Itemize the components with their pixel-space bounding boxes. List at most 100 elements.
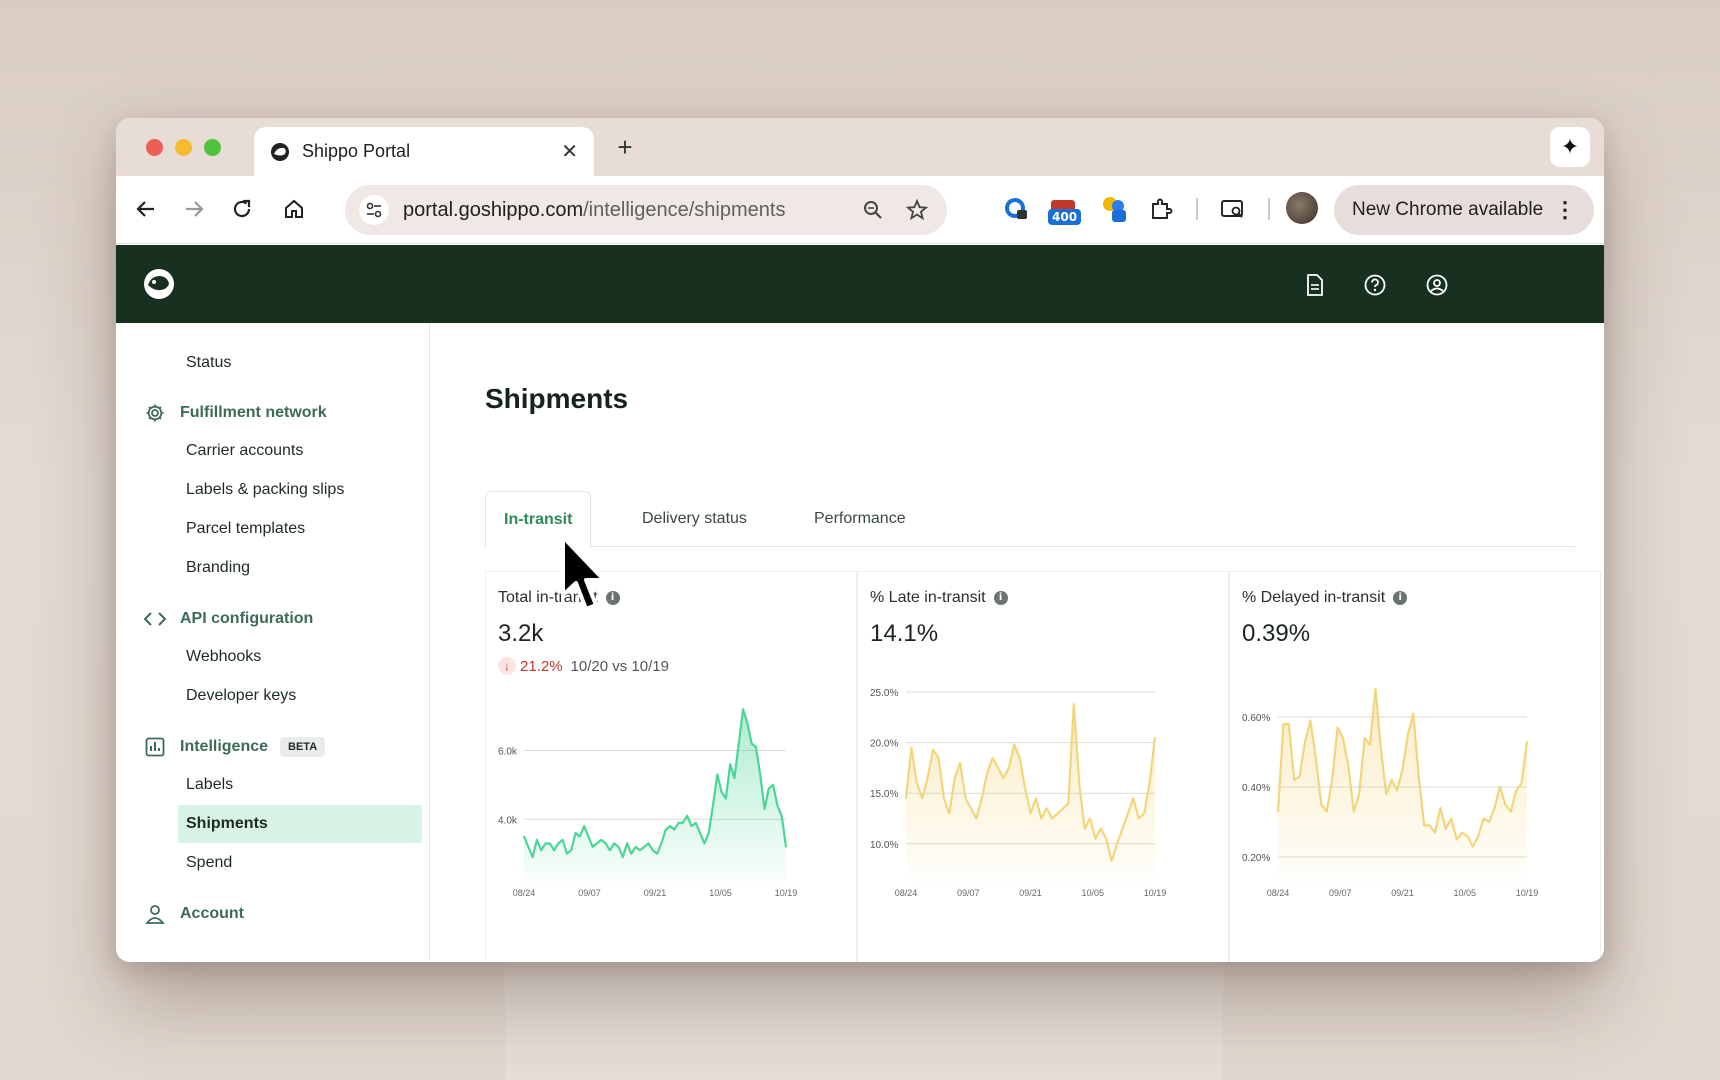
series-area (1278, 689, 1527, 882)
extensions-puzzle-icon[interactable] (1144, 192, 1178, 226)
data-point (991, 757, 994, 759)
tab-performance[interactable]: Performance (814, 491, 906, 547)
data-point (621, 856, 624, 858)
document-icon[interactable] (1302, 272, 1328, 298)
data-point (540, 849, 542, 852)
sidebar-item-parcel-templates[interactable]: Parcel templates (186, 510, 430, 548)
data-point (1008, 767, 1010, 769)
info-icon[interactable]: i (1393, 591, 1408, 605)
sidebar-section-account[interactable]: Account (144, 899, 244, 929)
x-tick-label: 09/21 (1019, 888, 1042, 898)
x-tick-label: 10/05 (1081, 888, 1104, 898)
app-header (116, 245, 1604, 323)
data-point (712, 804, 714, 807)
data-point (776, 804, 779, 807)
sidebar-item-developer-keys[interactable]: Developer keys (186, 677, 430, 715)
data-point (733, 777, 736, 779)
sidebar-section-api[interactable]: API configuration (144, 604, 313, 634)
sidebar-item-carrier-accounts[interactable]: Carrier accounts (186, 432, 430, 470)
data-point (785, 846, 787, 848)
browser-tab[interactable]: Shippo Portal ✕ (254, 127, 594, 176)
info-icon[interactable]: i (993, 591, 1008, 605)
sidebar-item-shipments[interactable]: Shipments (178, 805, 422, 843)
minimize-window-button[interactable] (175, 139, 192, 156)
color-extension-icon[interactable] (1098, 192, 1132, 226)
data-point (910, 746, 913, 749)
data-point (1094, 837, 1097, 840)
profile-avatar[interactable] (1286, 192, 1318, 224)
arrow-right-icon (186, 201, 204, 217)
user-account-icon[interactable] (1424, 272, 1450, 298)
home-button[interactable] (276, 191, 312, 227)
data-point (763, 808, 766, 810)
data-point (970, 807, 972, 810)
sidebar-item-branding[interactable]: Branding (186, 549, 430, 587)
delta-comparison: 10/20 vs 10/19 (570, 657, 669, 675)
sidebar-item-spend[interactable]: Spend (186, 844, 430, 882)
beta-badge: BETA (280, 737, 326, 757)
card-title: % Delayed in-transit i (1242, 589, 1408, 607)
x-tick-label: 10/19 (775, 888, 798, 898)
page-title: Shipments (485, 383, 629, 414)
reload-button[interactable] (224, 191, 260, 227)
gemini-sparkle-icon[interactable]: ✦ (1550, 127, 1590, 167)
help-icon[interactable] (1362, 272, 1388, 298)
main-content: Shipments In-transit Delivery status Per… (431, 323, 1604, 962)
tab-title: Shippo Portal (302, 141, 411, 161)
bar-chart-icon (144, 736, 166, 758)
mouse-cursor-icon (561, 535, 606, 611)
zoom-icon[interactable] (857, 194, 889, 226)
data-point (1078, 782, 1081, 784)
sidebar-section-fulfillment[interactable]: Fulfillment network (144, 398, 327, 428)
address-bar[interactable]: portal.goshippo.com/intelligence/shipmen… (345, 185, 947, 235)
tab-bar: In-transit Delivery status Performance (485, 491, 1575, 548)
data-point (921, 797, 924, 800)
data-point (1024, 787, 1026, 789)
data-point (759, 773, 762, 776)
data-point (1325, 810, 1328, 813)
data-point (1412, 712, 1415, 715)
data-point (1336, 726, 1339, 729)
bookmark-star-icon[interactable] (901, 194, 933, 226)
more-menu-icon[interactable]: ⋮ (1554, 197, 1576, 223)
shippo-logo-icon[interactable] (142, 267, 176, 301)
data-point (986, 772, 988, 774)
sidebar-item-status[interactable]: Status (186, 344, 430, 382)
back-button[interactable] (128, 191, 164, 227)
close-tab-icon[interactable]: ✕ (561, 139, 578, 164)
card-title-text: % Delayed in-transit (1242, 589, 1386, 606)
metric-card-total-in-transit: 6.0k 4.0k 08/24 09/07 09/21 10/05 10/19 Total … (485, 571, 857, 962)
mail-extension-icon[interactable]: 400 (1046, 192, 1082, 226)
new-chrome-button[interactable]: New Chrome available ⋮ (1334, 185, 1594, 235)
data-point (926, 777, 929, 779)
data-point (634, 846, 637, 848)
data-point (1029, 812, 1032, 815)
sidebar-item-webhooks[interactable]: Webhooks (186, 638, 430, 676)
new-tab-button[interactable]: + (610, 132, 640, 162)
data-point (656, 852, 658, 855)
data-point (1110, 860, 1113, 862)
forward-button[interactable] (176, 191, 212, 227)
data-point (772, 784, 774, 786)
data-point (1121, 827, 1124, 830)
person-icon (144, 903, 166, 925)
sidebar-item-labels[interactable]: Labels (186, 766, 430, 804)
tab-search-icon[interactable] (1216, 192, 1250, 226)
maximize-window-button[interactable] (204, 139, 221, 156)
close-window-button[interactable] (146, 139, 163, 156)
tab-strip: Shippo Portal ✕ + ✦ (116, 118, 1604, 176)
sidebar-item-labels-packing-slips[interactable]: Labels & packing slips (186, 471, 430, 509)
data-point (527, 846, 530, 848)
password-manager-icon[interactable] (999, 192, 1033, 226)
data-point (1073, 703, 1075, 706)
data-point (1455, 838, 1458, 841)
site-settings-icon[interactable] (359, 195, 389, 225)
data-point (639, 849, 641, 852)
tab-delivery-status[interactable]: Delivery status (642, 491, 747, 547)
data-point (553, 849, 555, 852)
data-point (932, 748, 934, 751)
data-point (1472, 845, 1474, 848)
sidebar-section-intelligence[interactable]: Intelligence BETA (144, 732, 326, 762)
data-point (1154, 736, 1156, 739)
metric-card-delayed-in-transit: 0.60% 0.40% 0.20% 08/24 09/07 09/21 10/05 10/19… (1229, 571, 1601, 962)
